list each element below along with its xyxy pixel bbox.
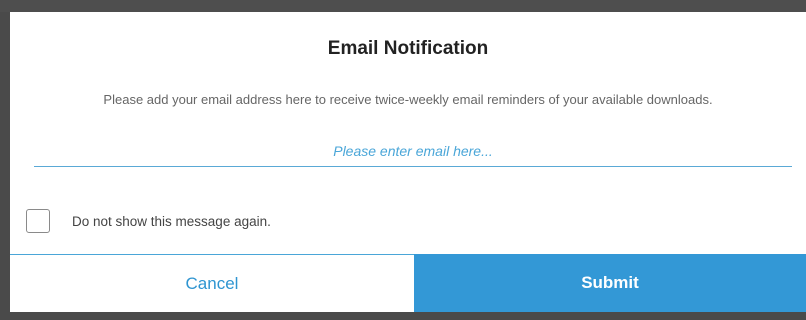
backdrop-bottom [0,312,806,320]
dont-show-again-row[interactable]: Do not show this message again. [26,208,271,234]
dont-show-again-label: Do not show this message again. [72,213,271,229]
dialog-title: Email Notification [327,38,489,59]
dialog-button-bar: Cancel Submit [10,254,806,312]
backdrop-top [0,0,806,12]
cancel-button[interactable]: Cancel [10,254,414,312]
dont-show-again-checkbox[interactable] [26,209,50,233]
screen: Email Notification Please add your email… [0,0,806,320]
submit-button[interactable]: Submit [414,254,806,312]
dialog-message: Please add your email address here to re… [103,92,713,107]
email-field[interactable] [34,136,792,167]
email-notification-dialog: Email Notification Please add your email… [10,12,806,312]
